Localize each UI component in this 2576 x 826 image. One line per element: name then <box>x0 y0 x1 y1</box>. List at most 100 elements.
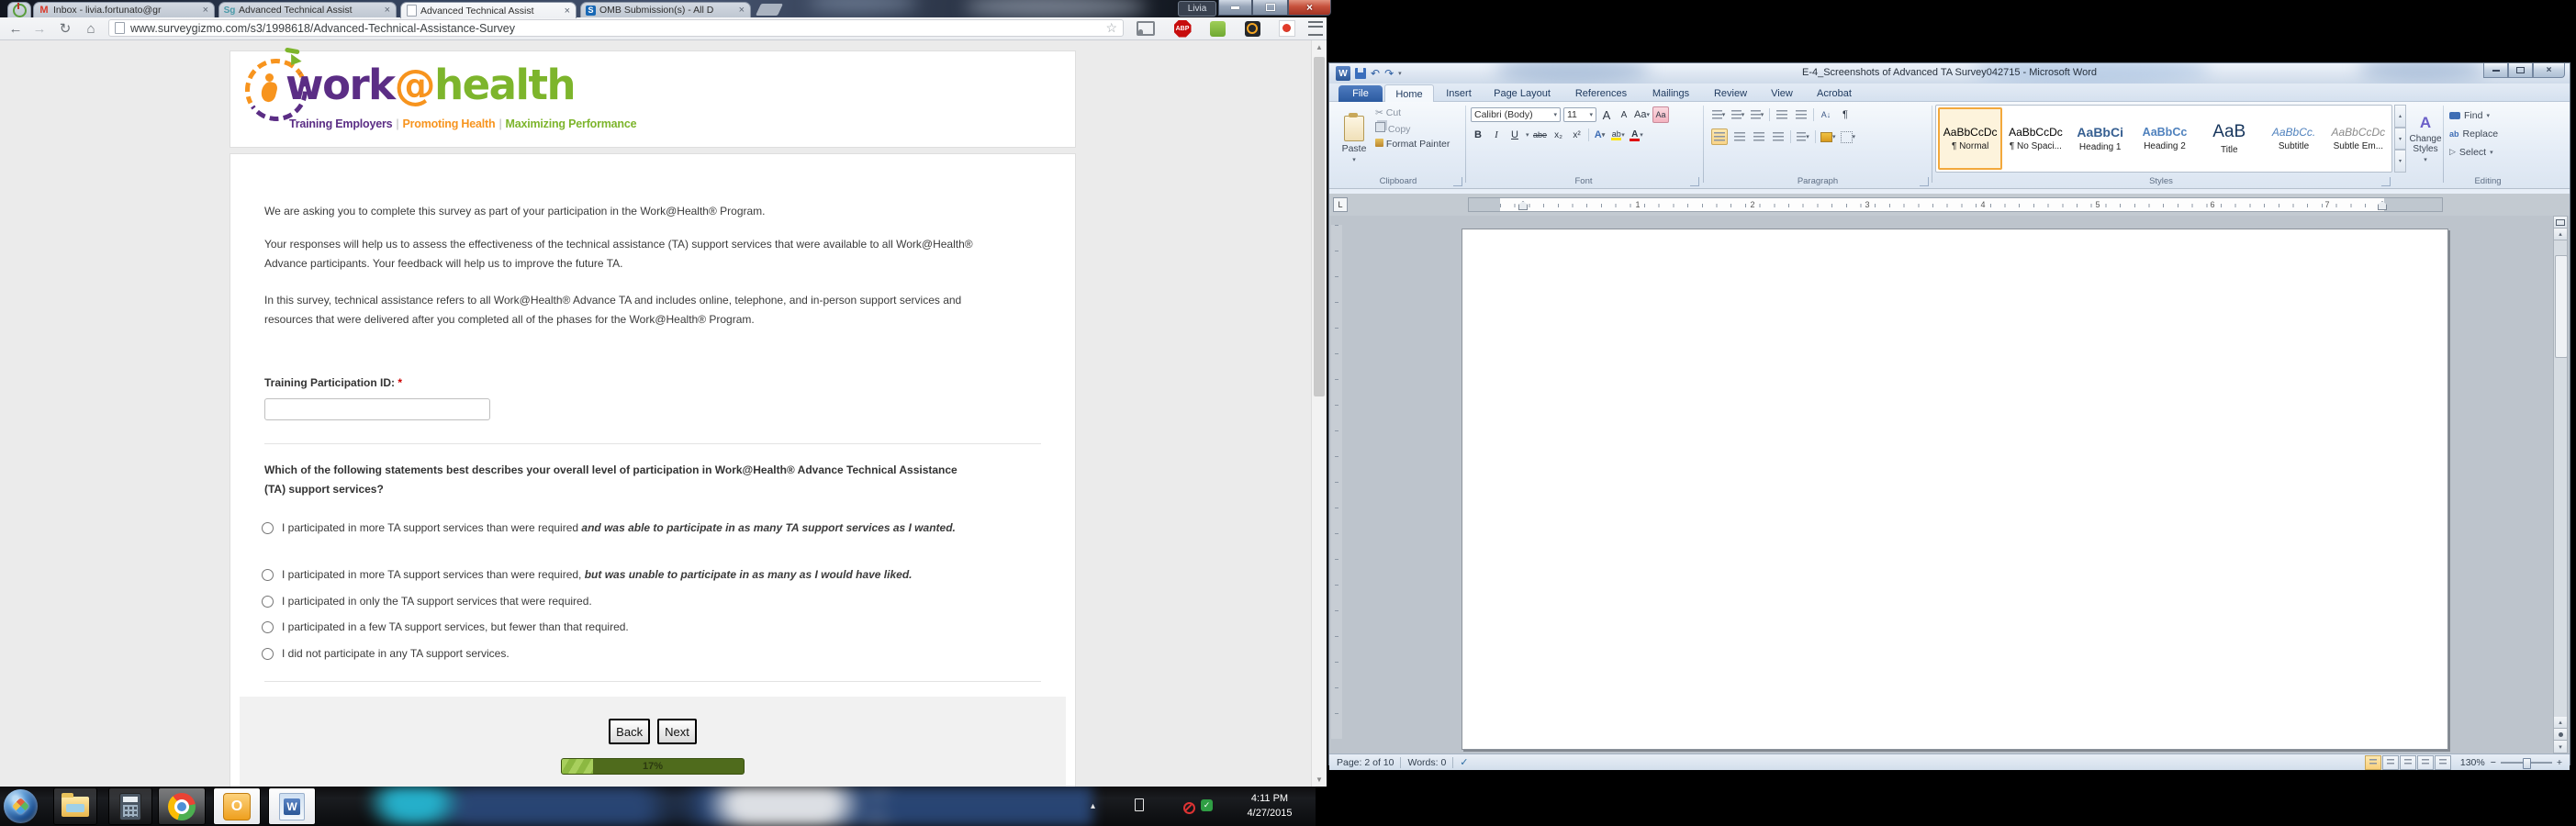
close-button[interactable]: × <box>2533 63 2565 78</box>
increase-indent-button[interactable] <box>1794 107 1809 122</box>
evernote-extension-icon[interactable] <box>1207 19 1227 38</box>
browser-tab-surveygizmo[interactable]: Sg Advanced Technical Assist × <box>218 2 397 17</box>
strikethrough-button[interactable]: abe <box>1533 128 1548 142</box>
undo-icon[interactable]: ↶ <box>1371 68 1380 79</box>
select-button[interactable]: ▷ Select ▾ <box>2449 144 2498 160</box>
tab-acrobat[interactable]: Acrobat <box>1807 84 1862 102</box>
scroll-down-icon[interactable]: ▼ <box>1312 776 1327 784</box>
taskbar-calculator-button[interactable] <box>108 787 152 825</box>
shading-button[interactable]: ▾ <box>1820 129 1836 144</box>
start-button[interactable] <box>4 789 38 823</box>
find-button[interactable]: Find ▾ <box>2449 107 2498 123</box>
show-paragraph-marks-button[interactable]: ¶ <box>1838 107 1853 122</box>
tab-close-icon[interactable]: × <box>384 6 391 16</box>
vertical-ruler[interactable] <box>1331 225 1342 739</box>
page-scrollbar[interactable]: ▲ ▼ <box>1311 40 1327 787</box>
word-count[interactable]: Words: 0 <box>1407 757 1446 768</box>
radio-button[interactable] <box>262 621 274 633</box>
horizontal-ruler[interactable]: 1 2 3 4 5 6 7 <box>1468 197 2443 212</box>
scroll-up-icon[interactable]: ▲ <box>1312 43 1327 51</box>
restore-button[interactable] <box>1252 0 1288 16</box>
tab-close-icon[interactable]: × <box>202 6 209 16</box>
select-browse-object-button[interactable] <box>2554 729 2567 741</box>
view-ruler-toggle[interactable] <box>2554 217 2567 229</box>
underline-button[interactable]: U <box>1507 128 1522 142</box>
align-right-button[interactable] <box>1752 129 1766 144</box>
zoom-slider-thumb[interactable] <box>2522 757 2531 769</box>
taskbar-explorer-button[interactable] <box>53 787 97 825</box>
draft-view-button[interactable] <box>2434 754 2451 770</box>
underline-dropdown-icon[interactable]: ▾ <box>1526 131 1529 139</box>
tab-view[interactable]: View <box>1761 84 1803 102</box>
document-page[interactable] <box>1462 229 2448 750</box>
qat-dropdown-icon[interactable]: ▾ <box>1398 70 1402 77</box>
superscript-button[interactable]: x² <box>1570 128 1585 142</box>
radio-button[interactable] <box>262 569 274 581</box>
forward-icon[interactable]: → <box>29 19 50 38</box>
dialog-launcher[interactable] <box>2381 177 2391 186</box>
cut-button[interactable]: ✂ Cut <box>1375 107 1450 118</box>
numbering-button[interactable]: ▾ <box>1730 107 1745 122</box>
next-button[interactable]: Next <box>657 719 697 744</box>
device-icon[interactable] <box>1135 798 1144 814</box>
taskbar-clock[interactable]: 4:11 PM 4/27/2015 <box>1232 791 1307 820</box>
italic-button[interactable]: I <box>1489 128 1504 142</box>
reload-icon[interactable]: ↻ <box>55 19 75 38</box>
address-bar[interactable]: www.surveygizmo.com/s3/1998618/Advanced-… <box>108 19 1124 37</box>
dialog-launcher[interactable] <box>1453 177 1462 186</box>
web-layout-view-button[interactable] <box>2399 754 2416 770</box>
style-normal[interactable]: AaBbCcDc ¶ Normal <box>1938 107 2003 170</box>
zoom-in-icon[interactable]: + <box>2557 757 2562 768</box>
subscript-button[interactable]: x₂ <box>1551 128 1566 142</box>
radio-button[interactable] <box>262 596 274 608</box>
replace-button[interactable]: ab Replace <box>2449 126 2498 141</box>
word-titlebar[interactable]: E-4_Screenshots of Advanced TA Survey042… <box>1329 63 2570 84</box>
style-subtitle[interactable]: AaBbCc. Subtitle <box>2262 107 2324 170</box>
tab-insert[interactable]: Insert <box>1436 84 1482 102</box>
style-heading1[interactable]: AaBbCi Heading 1 <box>2069 107 2132 170</box>
style-title[interactable]: AaB Title <box>2198 107 2260 170</box>
borders-button[interactable]: ▾ <box>1840 129 1855 144</box>
dialog-launcher[interactable] <box>1920 177 1929 186</box>
style-subtle-emphasis[interactable]: AaBbCcDc Subtle Em... <box>2327 107 2390 170</box>
font-family-select[interactable]: Calibri (Body) ▾ <box>1471 107 1561 122</box>
highlight-button[interactable]: ab ▾ <box>1611 128 1626 142</box>
tab-references[interactable]: References <box>1564 84 1638 102</box>
save-icon[interactable] <box>1355 68 1366 79</box>
word-logo-icon[interactable]: W <box>1336 66 1350 81</box>
previous-page-button[interactable]: ▴ <box>2554 717 2567 729</box>
tab-stop-selector[interactable]: L <box>1333 197 1348 212</box>
home-icon[interactable]: ⌂ <box>81 19 101 38</box>
fullscreen-reading-view-button[interactable] <box>2381 754 2399 770</box>
back-button[interactable]: Back <box>609 719 651 744</box>
text-effects-button[interactable]: A ▾ <box>1593 128 1607 142</box>
zoom-level[interactable]: 130% <box>2460 757 2485 768</box>
align-center-button[interactable] <box>1732 129 1747 144</box>
acrobat-extension-icon[interactable] <box>1277 19 1297 38</box>
next-page-button[interactable]: ▾ <box>2554 741 2567 753</box>
styles-gallery-scroll[interactable]: ▴ ▾ ▾ <box>2394 105 2406 173</box>
chrome-menu-icon[interactable] <box>1305 19 1326 38</box>
grow-font-button[interactable]: A <box>1599 107 1614 122</box>
bold-button[interactable]: B <box>1471 128 1485 142</box>
line-spacing-button[interactable]: ▾ <box>1796 129 1810 144</box>
dialog-launcher[interactable] <box>1690 177 1699 186</box>
justify-button[interactable] <box>1771 129 1786 144</box>
radio-button[interactable] <box>262 648 274 660</box>
decrease-indent-button[interactable] <box>1775 107 1789 122</box>
utorrent-extension-icon[interactable] <box>1242 19 1262 38</box>
back-icon[interactable]: ← <box>6 19 26 38</box>
minimize-button[interactable] <box>2483 63 2508 78</box>
bookmark-star-icon[interactable]: ☆ <box>1105 20 1117 36</box>
tab-review[interactable]: Review <box>1704 84 1757 102</box>
sync-status-icon[interactable]: ✓ <box>1201 799 1213 811</box>
style-no-spacing[interactable]: AaBbCcDc ¶ No Spaci... <box>2004 107 2066 170</box>
profile-button[interactable]: Livia <box>1178 1 1216 17</box>
zoom-slider[interactable] <box>2500 757 2552 769</box>
minimize-button[interactable] <box>1218 0 1252 16</box>
spellcheck-icon[interactable]: ✓ <box>1460 756 1468 768</box>
scrollbar-thumb[interactable] <box>1314 57 1325 396</box>
page-indicator[interactable]: Page: 2 of 10 <box>1337 757 1394 768</box>
browser-tab-gmail[interactable]: M Inbox - livia.fortunato@gr × <box>33 2 215 17</box>
url-text[interactable]: www.surveygizmo.com/s3/1998618/Advanced-… <box>130 22 1100 35</box>
